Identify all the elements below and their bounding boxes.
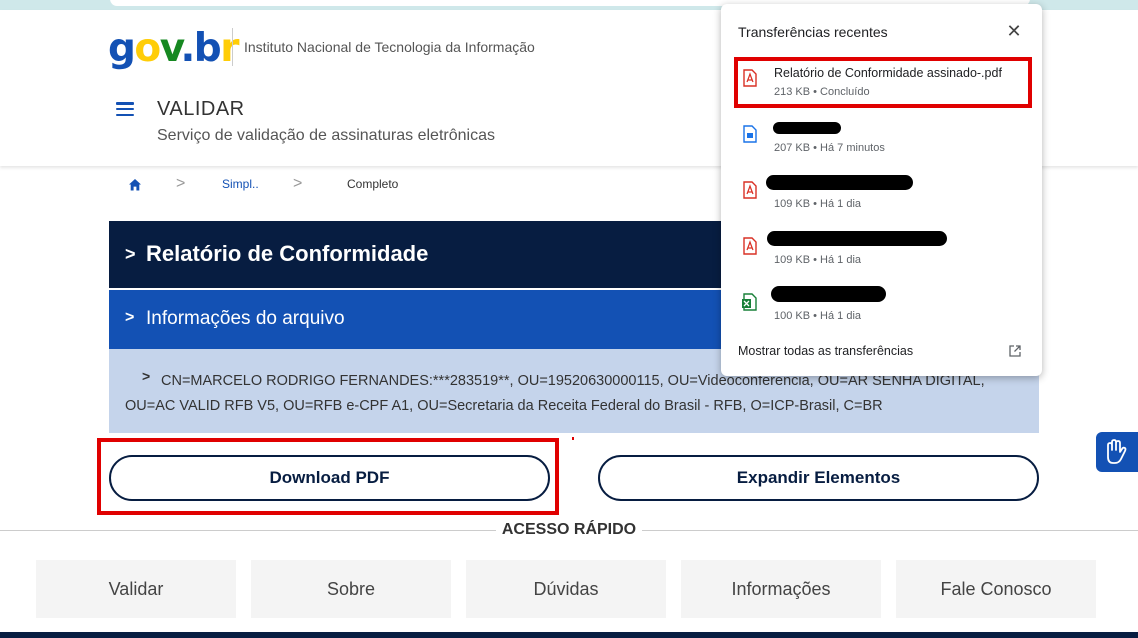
home-icon[interactable] bbox=[128, 178, 142, 192]
close-icon[interactable]: ✕ bbox=[1004, 21, 1024, 42]
quick-access-duvidas[interactable]: Dúvidas bbox=[466, 560, 666, 618]
breadcrumb-link-simple[interactable]: Simpl.. bbox=[222, 177, 259, 191]
redacted-file-name bbox=[767, 231, 947, 246]
download-item[interactable]: 207 KB • Há 7 minutos bbox=[721, 119, 1042, 175]
breadcrumb-separator-icon: > bbox=[176, 175, 186, 192]
quick-access-sobre[interactable]: Sobre bbox=[251, 560, 451, 618]
org-name: Instituto Nacional de Tecnologia da Info… bbox=[244, 39, 535, 55]
signer-details: CN=MARCELO RODRIGO FERNANDES:***283519**… bbox=[125, 373, 985, 414]
expand-elements-button[interactable]: Expandir Elementos bbox=[598, 455, 1039, 501]
download-highlight-box bbox=[97, 438, 559, 515]
govbr-logo[interactable]: gov.br bbox=[108, 26, 239, 72]
page-title: VALIDAR bbox=[157, 98, 245, 120]
quick-access-title: ACESSO RÁPIDO bbox=[0, 521, 1138, 539]
open-external-icon[interactable] bbox=[1008, 344, 1022, 358]
hamburger-menu-icon[interactable] bbox=[116, 102, 134, 117]
chevron-right-icon: > bbox=[125, 244, 136, 264]
download-item[interactable]: 100 KB • Há 1 dia bbox=[721, 286, 1042, 343]
quick-access-validar[interactable]: Validar bbox=[36, 560, 236, 618]
quick-access-fale-conosco[interactable]: Fale Conosco bbox=[896, 560, 1096, 618]
doc-icon bbox=[743, 125, 757, 143]
vlibras-accessibility-button[interactable] bbox=[1096, 432, 1138, 472]
quick-access-informacoes[interactable]: Informações bbox=[681, 560, 881, 618]
logo-letter-r: r bbox=[220, 26, 239, 71]
report-section-title: Relatório de Conformidade bbox=[146, 241, 429, 266]
show-all-downloads-link[interactable]: Mostrar todas as transferências bbox=[738, 344, 913, 358]
downloads-popup-title: Transferências recentes bbox=[738, 24, 888, 40]
download-file-meta: 109 KB • Há 1 dia bbox=[774, 254, 862, 266]
logo-letter-g: g bbox=[108, 26, 136, 71]
logo-letter-v: v bbox=[159, 26, 182, 71]
quick-access-title-text: ACESSO RÁPIDO bbox=[495, 521, 643, 538]
sign-language-icon bbox=[1107, 439, 1127, 464]
chevron-right-icon: > bbox=[125, 309, 135, 326]
breadcrumb-current: Completo bbox=[347, 177, 399, 191]
download-file-meta: 109 KB • Há 1 dia bbox=[774, 198, 862, 210]
pdf-icon bbox=[743, 181, 757, 199]
logo-dot: . bbox=[180, 26, 195, 71]
download-item[interactable]: 109 KB • Há 1 dia bbox=[721, 175, 1042, 231]
downloaded-file-highlight-box bbox=[734, 57, 1032, 108]
logo-letter-b: b bbox=[193, 26, 222, 71]
download-item[interactable]: 109 KB • Há 1 dia bbox=[721, 231, 1042, 287]
download-file-meta: 100 KB • Há 1 dia bbox=[774, 310, 862, 322]
annotation-mark bbox=[572, 437, 574, 440]
redacted-file-name bbox=[766, 175, 913, 190]
download-file-meta: 207 KB • Há 7 minutos bbox=[774, 142, 885, 154]
page-subtitle: Serviço de validação de assinaturas elet… bbox=[157, 127, 495, 144]
redacted-file-name bbox=[771, 286, 886, 302]
file-info-section-title: Informações do arquivo bbox=[146, 308, 345, 329]
logo-letter-o: o bbox=[134, 26, 161, 71]
pdf-icon bbox=[743, 237, 757, 255]
excel-icon bbox=[742, 293, 757, 311]
footer-bar bbox=[0, 632, 1138, 638]
breadcrumb-separator-icon: > bbox=[293, 175, 303, 192]
logo-divider bbox=[232, 28, 233, 66]
redacted-file-name bbox=[773, 122, 841, 134]
